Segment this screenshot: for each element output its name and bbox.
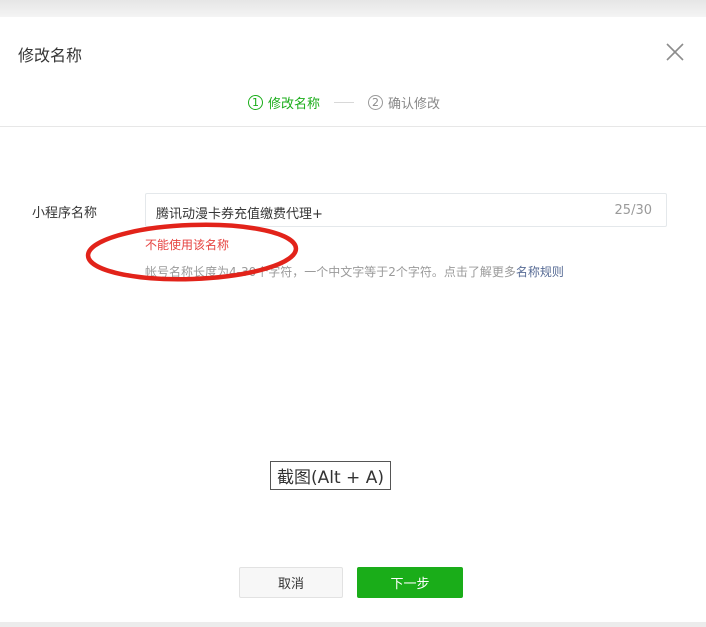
char-counter: 25/30	[614, 203, 652, 218]
header-divider	[0, 126, 706, 127]
dialog-title: 修改名称	[18, 46, 83, 65]
step-2-number: 2	[368, 94, 384, 110]
step-1-label: 修改名称	[268, 96, 321, 112]
window-top-strip	[0, 0, 706, 17]
field-label: 小程序名称	[32, 206, 98, 221]
screenshot-tooltip: 截图(Alt + A)	[270, 461, 391, 490]
name-input-value: 腾讯动漫卡券充值缴费代理+	[156, 207, 323, 222]
close-button[interactable]	[664, 41, 686, 63]
hint-text: 帐号名称长度为4-30个字符，一个中文字等于2个字符。点击了解更多	[145, 265, 516, 279]
next-step-button[interactable]: 下一步	[357, 567, 463, 598]
step-connector	[334, 101, 355, 103]
cancel-button[interactable]: 取消	[239, 567, 343, 598]
step-2: 2 确认修改	[368, 93, 440, 112]
step-1-number: 1	[248, 94, 263, 110]
step-2-label: 确认修改	[388, 96, 441, 112]
window-bottom-strip	[0, 622, 706, 627]
name-hint: 帐号名称长度为4-30个字符，一个中文字等于2个字符。点击了解更多名称规则	[145, 263, 564, 280]
error-message: 不能使用该名称	[145, 238, 230, 252]
step-1: 1 修改名称	[248, 93, 320, 112]
name-input[interactable]: 腾讯动漫卡券充值缴费代理+ 25/30	[145, 193, 667, 227]
name-rules-link[interactable]: 名称规则	[516, 265, 564, 279]
step-indicator: 1 修改名称 2 确认修改	[248, 91, 440, 113]
modify-name-dialog: 修改名称 1 修改名称 2 确认修改 小程序名称 腾讯动漫卡券充值缴费代理+ 2…	[0, 17, 706, 622]
close-icon	[666, 43, 684, 61]
